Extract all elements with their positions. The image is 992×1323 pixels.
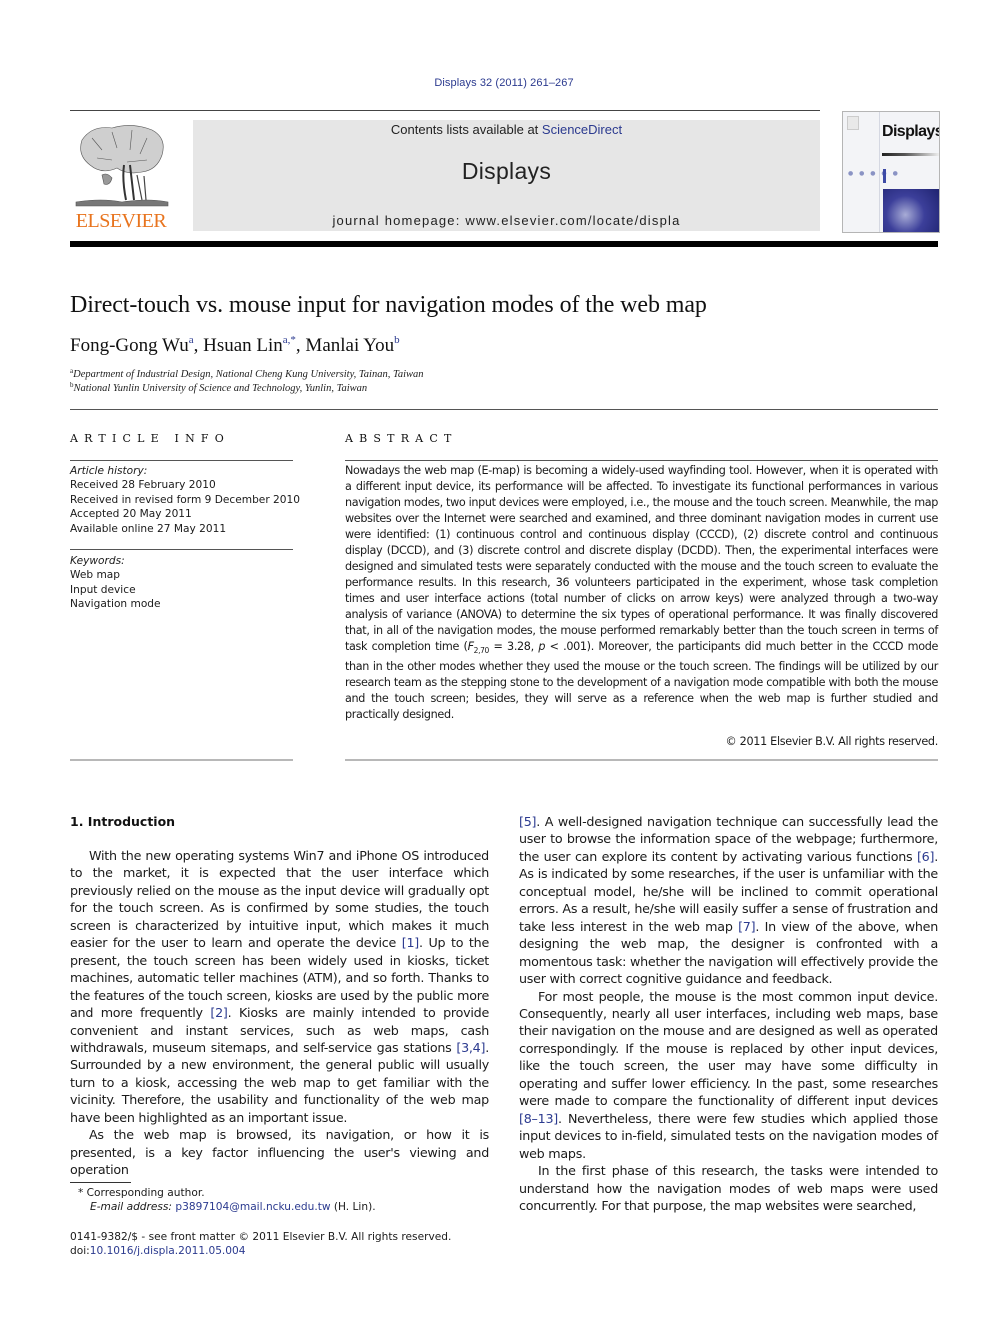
- sciencedirect-link[interactable]: ScienceDirect: [542, 122, 622, 137]
- citation-link[interactable]: [7]: [738, 919, 755, 934]
- body-column-left: With the new operating systems Win7 and …: [70, 847, 489, 1179]
- article-history-label: Article history:: [70, 465, 148, 477]
- citation-link[interactable]: [8–13]: [519, 1111, 558, 1126]
- issn-line: 0141-9382/$ - see front matter © 2011 El…: [70, 1231, 452, 1243]
- corresponding-author-note: * Corresponding author.: [78, 1187, 205, 1199]
- article-info-rule: [70, 549, 293, 550]
- author-affiliation-link[interactable]: a,*: [283, 334, 296, 346]
- section-heading: 1. Introduction: [70, 814, 176, 829]
- history-item: Available online 27 May 2011: [70, 522, 227, 535]
- article-history: Article history: Received 28 February 20…: [70, 464, 300, 536]
- affiliation: bNational Yunlin University of Science a…: [70, 381, 367, 394]
- cover-image: [883, 189, 939, 232]
- history-item: Received in revised form 9 December 2010: [70, 493, 301, 506]
- author-name: Hsuan Lin: [203, 335, 283, 356]
- keywords: Keywords: Web map Input device Navigatio…: [70, 554, 300, 612]
- paragraph: As the web map is browsed, its navigatio…: [70, 1127, 489, 1178]
- author-name: Fong-Gong Wu: [70, 335, 189, 356]
- email-label: E-mail address:: [90, 1201, 176, 1213]
- body-column-right: [5]. A well-designed navigation techniqu…: [519, 813, 938, 1214]
- stat-subscript: 2,70: [473, 646, 490, 656]
- abstract-copyright: © 2011 Elsevier B.V. All rights reserved…: [725, 735, 939, 748]
- elsevier-wordmark: ELSEVIER: [75, 210, 167, 232]
- journal-header-band: Contents lists available at ScienceDirec…: [193, 120, 820, 231]
- abstract-text-part: Nowadays the web map (E-map) is becoming…: [345, 464, 938, 653]
- citation-link[interactable]: [5]: [519, 814, 536, 829]
- email-note: E-mail address: p3897104@mail.ncku.edu.t…: [70, 1200, 376, 1215]
- article-title: Direct-touch vs. mouse input for navigat…: [70, 292, 707, 318]
- journal-name: Displays: [461, 158, 552, 184]
- abstract-heading: ABSTRACT: [345, 432, 458, 445]
- abstract-text: Nowadays the web map (E-map) is becoming…: [345, 463, 938, 723]
- contents-availability: Contents lists available at ScienceDirec…: [193, 122, 820, 137]
- keyword: Input device: [70, 583, 136, 596]
- author-affiliation-link[interactable]: b: [394, 334, 400, 346]
- contents-prefix: Contents lists available at: [390, 122, 542, 137]
- history-item: Received 28 February 2010: [70, 479, 216, 492]
- title-rule: [70, 409, 938, 410]
- doi-line: doi:10.1016/j.displa.2011.05.004: [70, 1244, 246, 1259]
- paragraph: With the new operating systems Win7 and …: [70, 847, 489, 1126]
- keywords-label: Keywords:: [70, 555, 125, 567]
- journal-cover-thumbnail[interactable]: Displays ● ● ● ● ●: [842, 111, 940, 233]
- article-info-end-rule: [70, 759, 293, 761]
- abstract-end-rule: [345, 759, 938, 761]
- paragraph-text: . Nevertheless, there were few studies w…: [519, 1110, 938, 1161]
- author-list: Fong-Gong Wua, Hsuan Lina,*, Manlai Youb: [70, 334, 400, 356]
- doi-link[interactable]: 10.1016/j.displa.2011.05.004: [90, 1245, 246, 1257]
- cover-publisher-icon: [847, 116, 859, 130]
- affiliation-text: National Yunlin University of Science an…: [73, 383, 368, 394]
- paragraph-text: For most people, the mouse is the most c…: [519, 988, 938, 1109]
- journal-homepage[interactable]: journal homepage: www.elsevier.com/locat…: [193, 213, 820, 228]
- elsevier-logo[interactable]: ELSEVIER: [70, 120, 172, 232]
- keyword: Web map: [70, 569, 120, 582]
- citation-link[interactable]: [6]: [917, 849, 934, 864]
- cover-title: Displays: [882, 123, 940, 140]
- article-info-heading: ARTICLE INFO: [70, 432, 230, 445]
- affiliation-text: Department of Industrial Design, Nationa…: [73, 369, 424, 380]
- article-info-rule: [70, 460, 293, 461]
- author-affiliation-link[interactable]: a: [189, 334, 194, 346]
- cover-accent-bar: [883, 169, 886, 183]
- citation-link[interactable]: [2]: [210, 1005, 227, 1020]
- paragraph: For most people, the mouse is the most c…: [519, 988, 938, 1163]
- abstract-rule: [345, 460, 938, 461]
- footnote-rule: [70, 1182, 131, 1183]
- header-thick-rule: [70, 241, 938, 247]
- paragraph: [5]. A well-designed navigation techniqu…: [519, 813, 938, 988]
- email-suffix: (H. Lin).: [330, 1201, 376, 1213]
- citation-link[interactable]: [1]: [402, 935, 419, 950]
- cover-gradient-bar: [882, 153, 939, 156]
- elsevier-tree-icon: [75, 125, 169, 207]
- author-name: Manlai You: [305, 335, 395, 356]
- journal-citation-link[interactable]: Displays 32 (2011) 261–267: [0, 77, 992, 89]
- keyword: Navigation mode: [70, 598, 161, 611]
- stat-value: = 3.28,: [488, 640, 539, 653]
- paragraph: In the first phase of this research, the…: [519, 1163, 938, 1213]
- cover-dots: ● ● ● ● ●: [848, 170, 900, 177]
- history-item: Accepted 20 May 2011: [70, 508, 192, 521]
- affiliation: aDepartment of Industrial Design, Nation…: [70, 367, 424, 380]
- paragraph-text: . A well-designed navigation technique c…: [519, 814, 938, 864]
- header-rule: [70, 110, 820, 111]
- citation-link[interactable]: [3,4]: [456, 1040, 485, 1055]
- doi-label: doi:: [70, 1245, 90, 1257]
- email-link[interactable]: p3897104@mail.ncku.edu.tw: [175, 1201, 330, 1213]
